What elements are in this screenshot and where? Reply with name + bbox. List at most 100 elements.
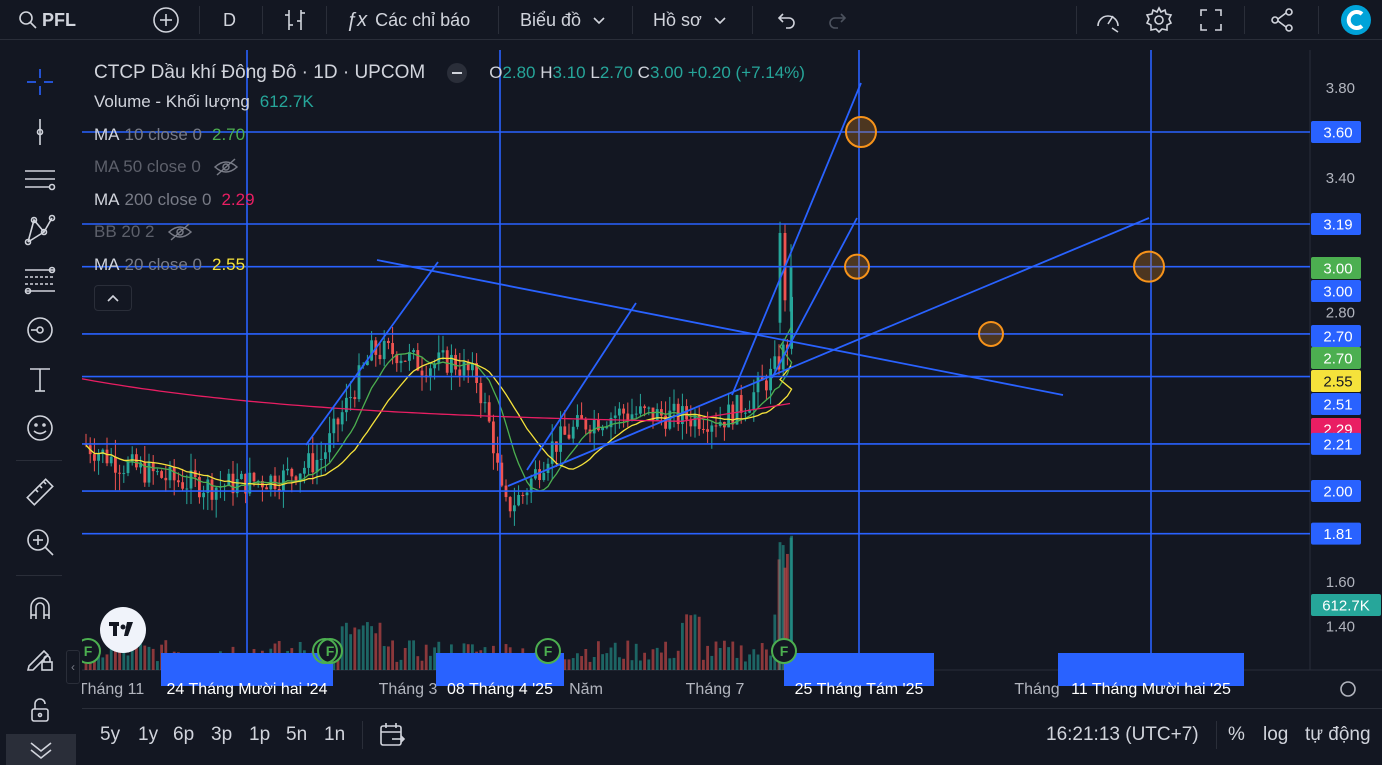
- volume-bar: [584, 648, 588, 670]
- fib-tool[interactable]: [20, 260, 60, 300]
- price-mark-circle[interactable]: [844, 253, 870, 280]
- range-1y[interactable]: 1y: [138, 709, 158, 761]
- legend-volume[interactable]: Volume - Khối lượng 612.7K: [94, 86, 805, 119]
- indicators-button[interactable]: ƒx Các chỉ báo: [346, 0, 470, 40]
- chevron-down-icon: [593, 17, 605, 25]
- event-marker[interactable]: F: [82, 638, 101, 664]
- time-tick-label: Tháng 11: [82, 681, 144, 698]
- legend-bb[interactable]: BB 20 2: [94, 216, 805, 249]
- ma20-params: 20 close 0: [124, 254, 203, 274]
- legend-ma200[interactable]: MA 200 close 0 2.29: [94, 184, 805, 217]
- volume-bar: [387, 646, 390, 670]
- share-button[interactable]: [1268, 0, 1296, 40]
- volume-bar: [630, 660, 634, 670]
- volume-bar: [710, 655, 714, 670]
- compare-button[interactable]: [152, 0, 180, 40]
- time-tick-label: 24 Tháng Mười hai '24: [167, 681, 328, 698]
- measure-tool[interactable]: [20, 472, 60, 512]
- profile-menu-button[interactable]: Hồ sơ: [653, 0, 728, 40]
- text-tool[interactable]: [20, 360, 60, 400]
- candle-body: [210, 479, 214, 500]
- settings-button[interactable]: [1145, 0, 1173, 40]
- tradingview-logo[interactable]: [100, 607, 146, 653]
- lock-tool[interactable]: [20, 690, 60, 730]
- range-3p[interactable]: 3p: [211, 709, 232, 761]
- log-toggle[interactable]: log: [1263, 709, 1288, 761]
- range-1n[interactable]: 1n: [324, 709, 345, 761]
- legend-ma50[interactable]: MA 50 close 0: [94, 151, 805, 184]
- legend-ma10[interactable]: MA 10 close 0 2.70: [94, 119, 805, 152]
- collapse-indicators-button[interactable]: [94, 285, 132, 311]
- chart-menu-label: Biểu đồ: [520, 9, 582, 30]
- fullscreen-button[interactable]: [1198, 0, 1224, 40]
- date-range-button[interactable]: [378, 709, 406, 761]
- collapse-legend-button[interactable]: [447, 63, 468, 83]
- legend-ma20[interactable]: MA 20 close 0 2.55: [94, 249, 805, 282]
- chart-type-button[interactable]: [283, 0, 309, 40]
- percent-toggle[interactable]: %: [1228, 709, 1245, 761]
- close-label: C: [637, 63, 650, 82]
- event-marker[interactable]: F: [771, 638, 797, 664]
- candle-body: [97, 454, 100, 461]
- chevron-down-icon: [714, 17, 726, 25]
- horizontal-lines-tool[interactable]: [20, 160, 60, 200]
- zoom-in-icon: [27, 529, 54, 556]
- auto-scale-toggle[interactable]: tự động: [1305, 709, 1371, 761]
- interval-button[interactable]: D: [223, 0, 236, 40]
- candle-body: [592, 419, 596, 434]
- event-marker[interactable]: F: [317, 638, 343, 664]
- volume-label: Volume - Khối lượng: [94, 92, 250, 112]
- volume-bar: [613, 642, 617, 670]
- time-tick-label: Tháng 3: [379, 681, 438, 698]
- volume-bar: [668, 658, 672, 670]
- candle-body: [353, 397, 357, 400]
- event-marker[interactable]: F: [535, 638, 561, 664]
- chart-menu-button[interactable]: Biểu đồ: [520, 0, 607, 40]
- clock-timezone[interactable]: 16:21:13 (UTC+7): [1046, 709, 1199, 761]
- logo-icon: [1341, 5, 1371, 35]
- smiley-icon: [27, 415, 53, 441]
- volume-bar: [681, 622, 684, 670]
- alert-button[interactable]: [1094, 0, 1122, 40]
- volume-bar: [433, 647, 436, 670]
- range-5y[interactable]: 5y: [100, 709, 120, 761]
- candle-body: [177, 480, 180, 483]
- undo-button[interactable]: [774, 0, 798, 40]
- range-5n[interactable]: 5n: [286, 709, 307, 761]
- candle-body: [685, 406, 688, 420]
- price-mark-circle[interactable]: [845, 116, 877, 148]
- candle-body: [114, 456, 117, 473]
- range-1p[interactable]: 1p: [249, 709, 270, 761]
- price-mark-circle[interactable]: [978, 320, 1004, 347]
- volume-bar: [618, 657, 621, 670]
- candle-body: [227, 473, 231, 486]
- pattern-tool[interactable]: [20, 210, 60, 250]
- symbol-search[interactable]: PFL: [18, 0, 76, 40]
- brush-tool[interactable]: [20, 310, 60, 350]
- candle-body: [538, 469, 541, 481]
- volume-bar: [739, 645, 743, 670]
- volume-bar: [655, 647, 659, 670]
- gear-icon: [1145, 6, 1173, 34]
- volume-bar: [403, 647, 407, 670]
- eye-off-icon[interactable]: [213, 157, 239, 177]
- price-mark-circle[interactable]: [1133, 250, 1165, 283]
- crosshair-tool[interactable]: [20, 62, 60, 102]
- drawing-mode-tool[interactable]: [20, 638, 60, 678]
- magnet-tool[interactable]: [20, 588, 60, 628]
- volume-bar: [424, 644, 428, 670]
- ma20-label: MA: [94, 254, 120, 274]
- chevrons-down-icon: [30, 742, 52, 760]
- redo-button[interactable]: [826, 0, 850, 40]
- zoom-tool[interactable]: [20, 522, 60, 562]
- eye-off-icon[interactable]: [167, 222, 193, 242]
- emoji-tool[interactable]: [20, 408, 60, 448]
- range-6p[interactable]: 6p: [173, 709, 194, 761]
- candle-body: [387, 340, 390, 344]
- volume-bar: [718, 647, 722, 670]
- trendline-tool[interactable]: [20, 112, 60, 152]
- collapse-toolbar-button[interactable]: ‹: [66, 650, 80, 684]
- volume-bar: [702, 659, 705, 670]
- candle-body: [282, 470, 285, 492]
- more-tools-button[interactable]: [6, 734, 76, 765]
